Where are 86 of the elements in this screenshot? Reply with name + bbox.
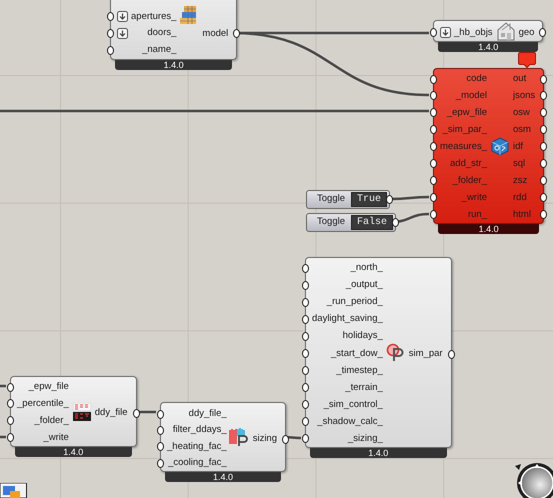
input-label: _hb_objs — [454, 28, 493, 37]
input-label: _sim_control_ — [324, 400, 383, 410]
input-label: filter_ddays_ — [172, 425, 227, 435]
input-label: ddy_file_ — [188, 408, 227, 418]
version-label: 1.4.0 — [310, 448, 447, 458]
app-icon[interactable] — [0, 483, 27, 498]
output-label: jsons — [513, 91, 536, 101]
gauge-icon — [386, 342, 406, 363]
file-icon — [72, 402, 91, 420]
version-label: 1.4.0 — [438, 42, 538, 52]
arrow-down-icon[interactable] — [117, 28, 128, 39]
output-label: model — [202, 28, 228, 38]
wire — [0, 384, 6, 388]
wire — [390, 196, 430, 200]
version-label: 1.4.0 — [165, 472, 281, 482]
input-label: _run_period_ — [326, 297, 383, 307]
input-label: _write — [462, 192, 487, 202]
input-label: _folder_ — [34, 416, 69, 426]
input-label: run_ — [468, 210, 487, 220]
output-grip[interactable] — [233, 29, 240, 38]
input-label: _epw_file — [28, 382, 69, 392]
arrow-down-icon[interactable] — [440, 26, 451, 38]
input-label: _epw_file — [446, 108, 487, 118]
version-label: 1.4.0 — [115, 60, 232, 70]
input-label: _folder_ — [452, 176, 487, 186]
output-label: osw — [513, 108, 530, 118]
input-label: _model — [456, 91, 487, 101]
output-label: zsz — [513, 176, 528, 186]
toggle-value[interactable]: False — [351, 215, 394, 230]
output-grip[interactable] — [282, 434, 289, 444]
input-label: _output_ — [346, 280, 383, 290]
output-grip[interactable] — [132, 408, 140, 418]
input-label: daylight_saving_ — [312, 314, 383, 324]
toggle-label: Toggle — [316, 192, 346, 206]
stacked-blocks-icon — [180, 6, 198, 26]
component-body[interactable]: _north_ _output_ _run_period_ daylight_saving_ holidays_ _start_dow_ _timestep_ _terrain_ _sim_control_ _shadow_calc_ _sizing_ sim_par — [305, 257, 452, 448]
output-label: sim_par — [408, 349, 443, 359]
component-body[interactable]: apertures_ doors_ _name_ model — [110, 0, 238, 60]
wire — [0, 436, 6, 438]
input-label: _timestep_ — [336, 366, 383, 376]
input-label: apertures_ — [131, 12, 176, 22]
output-grip[interactable] — [386, 195, 394, 204]
house-icon — [496, 20, 516, 41]
output-grip[interactable] — [539, 28, 546, 37]
input-label: code — [466, 74, 487, 84]
input-label: _shadow_calc_ — [317, 416, 383, 426]
input-label: _percentile_ — [17, 399, 69, 409]
input-label: _sizing_ — [348, 434, 383, 444]
warning-balloon-icon[interactable] — [518, 52, 536, 68]
component-body[interactable]: code _model _epw_file _sim_par_ measures_ add_str_ _folder_ _write run_ out jsons osw osm idf sql zsz rdd html — [433, 68, 544, 224]
output-label: geo — [518, 28, 534, 37]
output-label: out — [513, 74, 526, 84]
output-label: osm — [513, 125, 531, 135]
input-label: doors_ — [147, 28, 176, 38]
input-label: holidays_ — [342, 331, 383, 341]
input-label: _cooling_fac_ — [168, 458, 227, 468]
toggle-value[interactable]: True — [351, 192, 388, 207]
toggle-body[interactable]: Toggle False — [306, 213, 396, 232]
cube-icon — [491, 136, 509, 156]
output-label: ddy_file — [94, 408, 128, 418]
input-label: _name_ — [142, 45, 176, 55]
output-label: sizing — [252, 434, 277, 444]
output-grip[interactable] — [448, 350, 455, 358]
toggle-body[interactable]: Toggle True — [306, 190, 390, 209]
output-label: idf — [513, 142, 524, 152]
input-grip[interactable] — [430, 28, 437, 37]
arrow-down-icon[interactable] — [117, 10, 128, 22]
output-label: rdd — [513, 192, 527, 202]
input-label: _north_ — [350, 263, 383, 273]
version-label: 1.4.0 — [438, 224, 540, 234]
input-label: _sim_par_ — [442, 125, 487, 135]
input-label: add_str_ — [450, 158, 487, 168]
output-label: sql — [513, 158, 526, 168]
input-label: _start_dow_ — [331, 348, 383, 358]
hand-icon — [228, 427, 251, 447]
component-body[interactable]: _hb_objs geo — [433, 20, 544, 42]
input-label: _terrain_ — [345, 382, 383, 392]
input-label: measures_ — [440, 142, 487, 152]
output-grip[interactable] — [392, 218, 400, 227]
input-label: _write — [43, 432, 69, 442]
component-body[interactable]: ddy_file_ filter_ddays_ _heating_fac_ _cooling_fac_ sizing — [160, 402, 286, 472]
component-body[interactable]: _epw_file _percentile_ _folder_ _write ddy_file — [10, 376, 137, 447]
input-label: _heating_fac_ — [167, 442, 227, 452]
toggle-label: Toggle — [316, 215, 346, 230]
version-label: 1.4.0 — [15, 447, 132, 457]
output-label: html — [513, 210, 531, 220]
